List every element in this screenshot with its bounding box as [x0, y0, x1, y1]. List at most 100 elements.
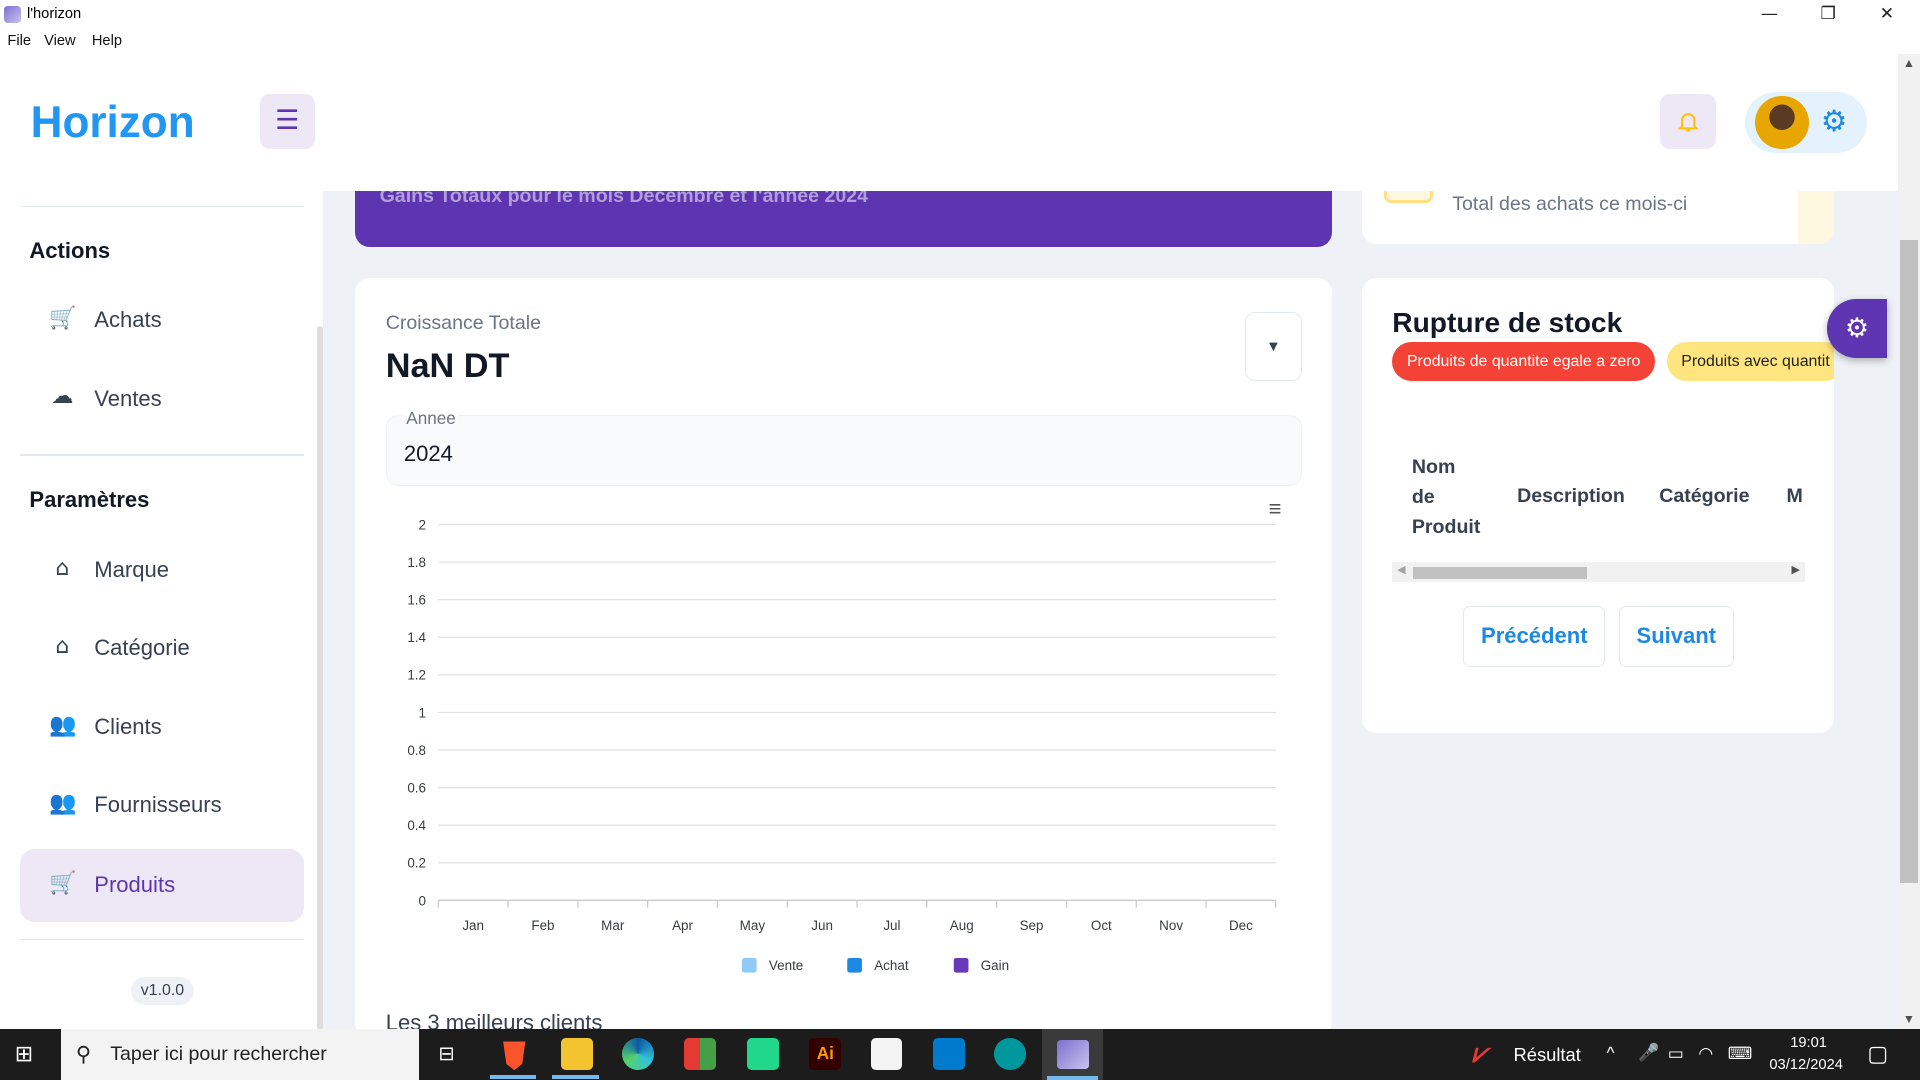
logo[interactable]: Horizon [31, 98, 195, 148]
sidebar-item-label: Clients [94, 713, 162, 739]
task-view-icon[interactable]: ⊟ [438, 1042, 454, 1066]
minimize-icon[interactable]: — [1741, 0, 1797, 29]
scroll-up-icon[interactable]: ▲ [1903, 56, 1915, 70]
profile-menu[interactable]: ⚙ [1744, 91, 1868, 154]
close-icon[interactable]: ✕ [1859, 0, 1915, 29]
clock-time[interactable]: 19:01 [1790, 1035, 1827, 1051]
sales-icon: ☁ [51, 384, 74, 410]
previous-button[interactable]: Précédent [1463, 606, 1606, 668]
customize-button[interactable]: ⚙ [1826, 298, 1887, 358]
x-tick-label: Mar [601, 917, 625, 932]
growth-label: Croissance Totale [385, 312, 541, 335]
scrollbar-thumb[interactable] [1413, 566, 1587, 580]
column-header-description[interactable]: Description [1517, 481, 1625, 511]
windows-start-icon[interactable]: ⊞ [15, 1041, 39, 1066]
menu-file[interactable]: File [7, 33, 31, 49]
sidebar-item-label: Marque [94, 557, 169, 583]
header-text: Nom [1411, 455, 1456, 478]
earnings-caption: Gains Totaux pour le mois Décembre et l'… [379, 191, 869, 207]
divider [19, 454, 304, 456]
horizon-app-icon [1056, 1039, 1089, 1069]
sidebar-item-ventes[interactable]: ☁ Ventes [20, 362, 304, 435]
zero-quantity-chip[interactable]: Produits de quantite egale a zero [1392, 341, 1656, 381]
tray-expand-icon[interactable]: ^ [1607, 1043, 1615, 1064]
edge-browser-icon[interactable] [622, 1038, 654, 1071]
app-icon [3, 6, 21, 24]
version-badge: v1.0.0 [131, 977, 194, 1005]
menu-toggle-button[interactable]: ☰ [259, 94, 315, 150]
sidebar-item-clients[interactable]: 👥 Clients [20, 691, 304, 764]
x-tick-label: Jul [883, 917, 900, 932]
illustrator-icon[interactable]: Ai [809, 1038, 842, 1071]
y-tick-label: 0 [419, 893, 426, 908]
app-header: Horizon ☰ ⚙ [0, 53, 1898, 192]
pycharm-icon[interactable] [746, 1038, 779, 1071]
y-tick-label: 0.6 [407, 780, 426, 795]
wifi-icon[interactable]: ◠ [1698, 1043, 1713, 1064]
taskbar-search[interactable]: ⚲ Taper ici pour rechercher [61, 1028, 419, 1080]
gear-icon: ⚙ [1844, 312, 1870, 343]
clock-date[interactable]: 03/12/2024 [1769, 1057, 1843, 1073]
microphone-icon[interactable]: 🎤 [1638, 1042, 1659, 1063]
legend-label: Vente [769, 958, 803, 973]
section-title-actions: Actions [29, 237, 111, 263]
result-app-icon[interactable]: ⩗ [1472, 1038, 1487, 1070]
battery-icon[interactable]: ▭ [1668, 1043, 1684, 1064]
scroll-right-icon[interactable]: ▶ [1792, 563, 1800, 576]
purchases-icon [1383, 191, 1433, 204]
next-button[interactable]: Suivant [1618, 606, 1734, 668]
year-select[interactable]: Annee 2024 [385, 407, 1302, 487]
store-icon[interactable] [870, 1038, 903, 1071]
sidebar-scrollbar[interactable] [317, 325, 324, 1030]
stock-title: Rupture de stock [1392, 307, 1623, 339]
column-header-category[interactable]: Catégorie [1659, 481, 1749, 511]
menu-help[interactable]: Help [92, 33, 122, 49]
users-icon: 👥 [48, 712, 77, 738]
bell-icon [1677, 113, 1699, 132]
search-placeholder: Taper ici pour rechercher [110, 1043, 327, 1066]
scrollbar-thumb[interactable] [1900, 239, 1918, 883]
stock-out-card: Rupture de stock Produits de quantite eg… [1361, 277, 1835, 734]
file-explorer-icon[interactable] [560, 1038, 593, 1071]
y-tick-label: 2 [419, 517, 426, 532]
users-icon: 👥 [48, 791, 77, 816]
growth-card: Croissance Totale NaN DT ▼ Annee 2024 ≡ … [355, 277, 1333, 1038]
scroll-down-icon[interactable]: ▼ [1903, 1012, 1915, 1026]
y-tick-label: 1.4 [407, 630, 426, 645]
y-tick-label: 0.4 [407, 818, 426, 833]
column-header-name[interactable]: Nom de Produit [1412, 452, 1481, 542]
sidebar-item-produits[interactable]: 🛒 Produits [19, 848, 304, 923]
x-tick-label: Oct [1091, 917, 1112, 932]
cart-icon: 🛒 [48, 306, 77, 332]
earnings-card: Gains Totaux pour le mois Décembre et l'… [355, 191, 1333, 248]
arduino-icon[interactable] [994, 1038, 1027, 1071]
table-scrollbar[interactable]: ◀ ▶ [1392, 562, 1805, 582]
notifications-button[interactable] [1660, 94, 1716, 150]
brave-browser-icon[interactable] [503, 1041, 526, 1071]
result-label[interactable]: Résultat [1513, 1044, 1580, 1066]
legend-marker-gain [953, 957, 969, 973]
growth-chart: 0 0.2 0.4 0.6 0.8 1 1.2 1.4 1.6 1.8 2 Jan Feb Mar Apr M… [407, 517, 1277, 973]
growth-value: NaN DT [385, 346, 510, 385]
page-scrollbar[interactable]: ▲ ▼ [1897, 53, 1920, 1029]
menu-view[interactable]: View [44, 33, 76, 49]
low-quantity-chip[interactable]: Produits avec quantit [1666, 341, 1835, 381]
y-tick-label: 0.8 [407, 743, 426, 758]
vscode-icon[interactable] [933, 1038, 965, 1071]
options-dropdown-button[interactable]: ▼ [1245, 312, 1302, 381]
sidebar-item-marque[interactable]: ⌂ Marque [20, 534, 304, 607]
restore-icon[interactable]: ❐ [1800, 0, 1856, 29]
office-icon[interactable] [684, 1038, 717, 1071]
sidebar-item-achats[interactable]: 🛒 Achats [20, 284, 304, 357]
column-header-truncated[interactable]: M [1787, 481, 1803, 511]
tag-icon: ⌂ [55, 555, 70, 581]
section-title-parametres: Paramètres [29, 487, 150, 513]
horizon-app-taskbar-button[interactable] [1042, 1028, 1104, 1080]
sidebar-item-categorie[interactable]: ⌂ Catégorie [20, 612, 304, 685]
y-tick-label: 1.2 [407, 667, 426, 682]
sidebar-item-fournisseurs[interactable]: 👥 Fournisseurs [20, 769, 304, 842]
notification-center-icon[interactable]: ▢ [1867, 1041, 1888, 1067]
scroll-left-icon[interactable]: ◀ [1397, 563, 1405, 576]
x-tick-label: Apr [672, 917, 693, 932]
keyboard-icon[interactable]: ⌨ [1728, 1043, 1753, 1064]
